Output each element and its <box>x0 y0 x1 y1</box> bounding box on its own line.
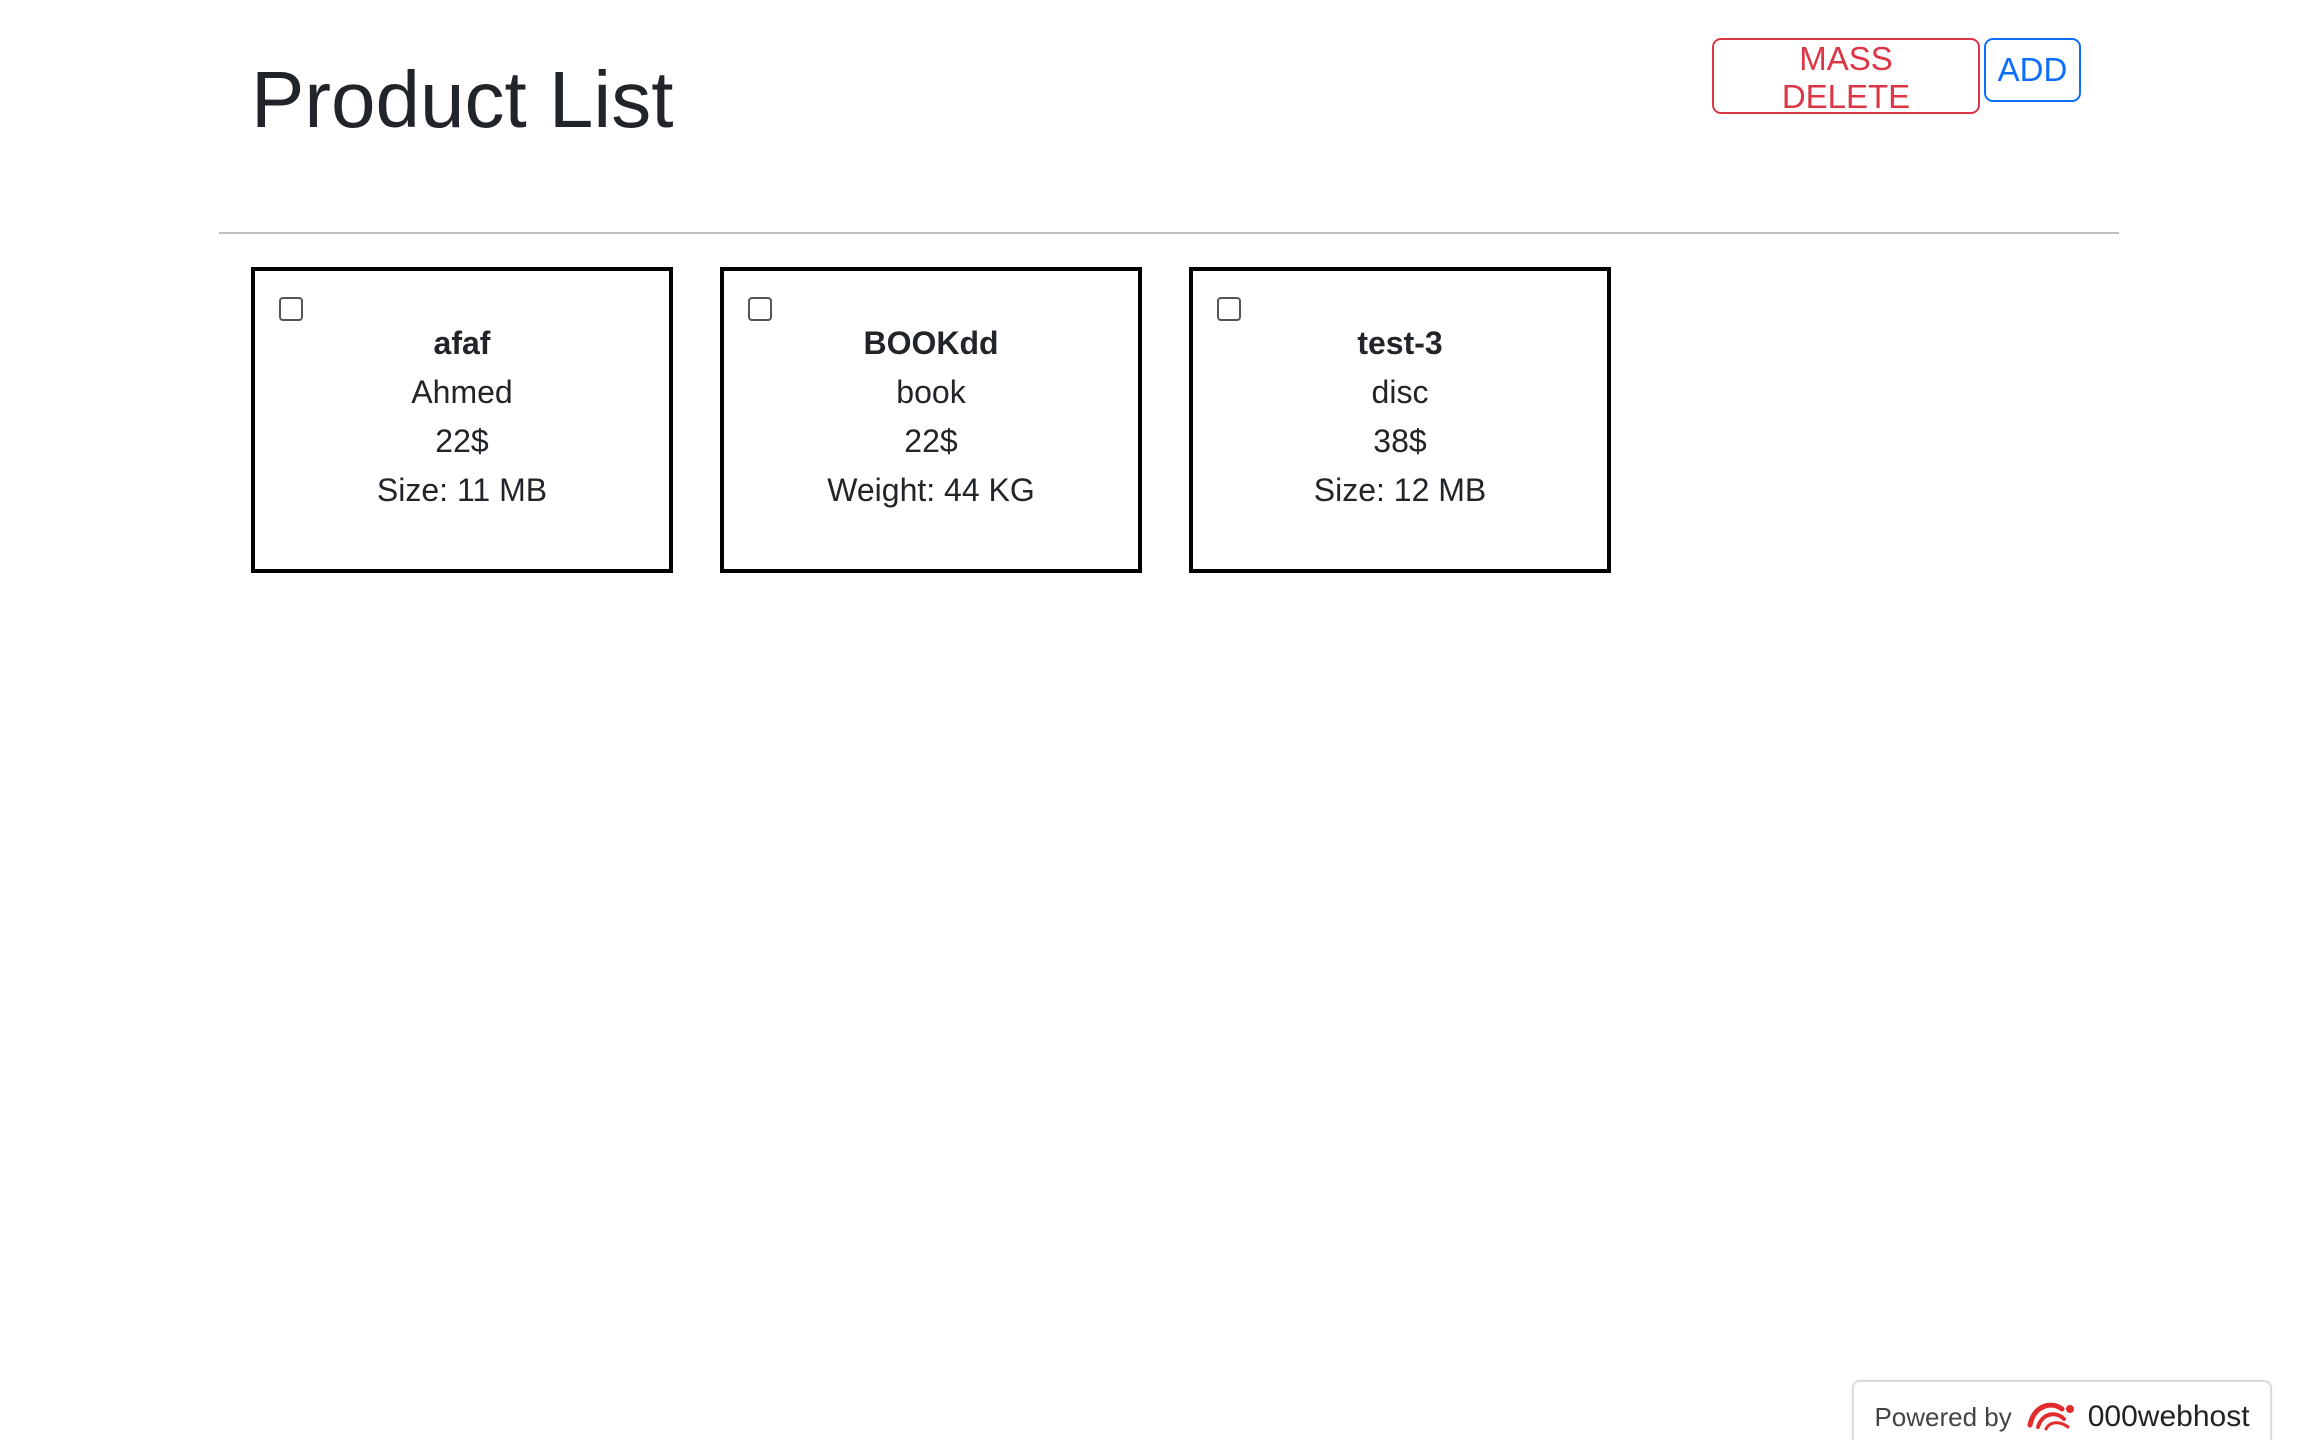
host-name: 000webhost <box>2087 1400 2250 1433</box>
product-sku: BOOKdd <box>863 325 999 361</box>
product-name: Ahmed <box>411 374 513 410</box>
product-price: 22$ <box>904 423 958 459</box>
product-card: test-3 disc 38$ Size: 12 MB <box>1189 267 1611 573</box>
product-attribute: Weight: 44 KG <box>827 472 1035 508</box>
product-card: afaf Ahmed 22$ Size: 11 MB <box>251 267 673 573</box>
000webhost-logo-icon <box>2027 1402 2074 1431</box>
product-sku: test-3 <box>1357 325 1443 361</box>
product-details: test-3 disc 38$ Size: 12 MB <box>1193 271 1607 515</box>
product-details: BOOKdd book 22$ Weight: 44 KG <box>724 271 1138 515</box>
add-button[interactable]: ADD <box>1984 38 2081 102</box>
mass-delete-button[interactable]: MASS DELETE <box>1712 38 1980 115</box>
product-card: BOOKdd book 22$ Weight: 44 KG <box>720 267 1142 573</box>
delete-checkbox[interactable] <box>748 297 772 321</box>
product-name: disc <box>1371 374 1429 410</box>
product-sku: afaf <box>433 325 491 361</box>
header-actions: MASS DELETE ADD <box>1712 38 2081 115</box>
delete-checkbox[interactable] <box>1217 297 1241 321</box>
page-title: Product List <box>251 55 674 144</box>
delete-checkbox[interactable] <box>279 297 303 321</box>
page: Product List MASS DELETE ADD afaf Ahmed … <box>0 0 2304 1440</box>
product-list: afaf Ahmed 22$ Size: 11 MB BOOKdd book 2… <box>251 267 1611 573</box>
page-header: Product List MASS DELETE ADD <box>219 0 2119 234</box>
product-price: 38$ <box>1373 423 1427 459</box>
hosting-badge[interactable]: Powered by 000webhost <box>1852 1380 2272 1440</box>
product-attribute: Size: 11 MB <box>376 472 548 508</box>
powered-by-text: Powered by <box>1874 1401 2012 1432</box>
product-price: 22$ <box>435 423 489 459</box>
product-name: book <box>896 374 966 410</box>
product-details: afaf Ahmed 22$ Size: 11 MB <box>255 271 669 515</box>
product-attribute: Size: 12 MB <box>1313 472 1487 508</box>
